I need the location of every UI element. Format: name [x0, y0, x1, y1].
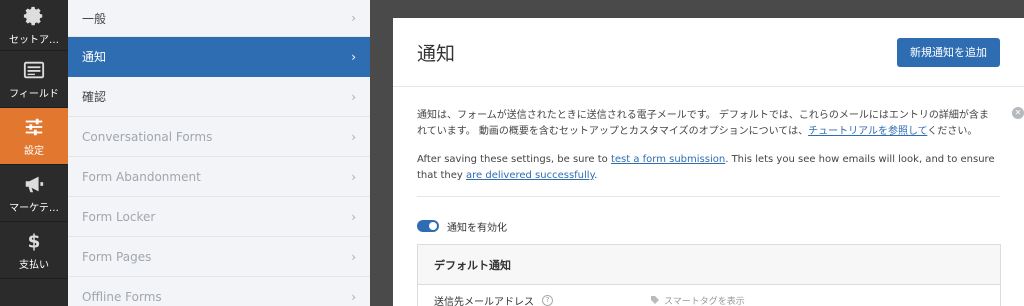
notice-text: .	[594, 170, 598, 181]
page-title: 通知	[417, 42, 456, 65]
rail-label: マーケテ…	[9, 202, 59, 214]
chevron-right-icon: ›	[351, 11, 356, 25]
smart-tag-label: スマートタグを表示	[664, 296, 745, 306]
chevron-right-icon: ›	[351, 289, 356, 304]
panel-header: 通知 新規通知を追加	[393, 18, 1024, 87]
submenu-item-confirmations[interactable]: 確認 ›	[68, 77, 370, 117]
dollar-icon: $	[23, 230, 45, 252]
send-to-email-label: 送信先メールアドレス	[434, 296, 534, 306]
rail-label: フィールド	[9, 88, 59, 100]
rail-label: セットア…	[9, 34, 59, 46]
submenu-item-offline-forms[interactable]: Offline Forms ›	[68, 277, 370, 306]
submenu-item-form-pages[interactable]: Form Pages ›	[68, 237, 370, 277]
notice-text: ください。	[927, 126, 978, 137]
notifications-notice: ✕ 通知は、フォームが送信されたときに送信される電子メールです。 デフォルトでは…	[393, 87, 1024, 184]
gear-icon	[23, 5, 45, 27]
rail-item-marketing[interactable]: マーケテ…	[0, 165, 68, 222]
show-smart-tags[interactable]: スマートタグを表示	[650, 294, 745, 306]
submenu-item-label: 一般	[82, 11, 107, 26]
rail-item-fields[interactable]: フィールド	[0, 51, 68, 108]
submenu-item-notifications[interactable]: 通知 ›	[68, 37, 370, 77]
submenu-item-form-locker[interactable]: Form Locker ›	[68, 197, 370, 237]
notifications-panel: 通知 新規通知を追加 ✕ 通知は、フォームが送信されたときに送信される電子メール…	[393, 18, 1024, 306]
add-notification-button[interactable]: 新規通知を追加	[897, 37, 1000, 67]
enable-notifications-row: 通知を有効化	[393, 197, 1024, 241]
dismiss-notice-icon[interactable]: ✕	[1012, 107, 1024, 119]
chevron-right-icon: ›	[351, 209, 356, 224]
submenu-item-conversational-forms[interactable]: Conversational Forms ›	[68, 117, 370, 157]
delivered-successfully-link[interactable]: are delivered successfully	[466, 170, 594, 181]
main-area: 通知 新規通知を追加 ✕ 通知は、フォームが送信されたときに送信される電子メール…	[370, 0, 1024, 306]
notice-paragraph-1: 通知は、フォームが送信されたときに送信される電子メールです。 デフォルトでは、こ…	[417, 108, 996, 140]
megaphone-icon	[23, 173, 45, 195]
chevron-right-icon: ›	[351, 89, 356, 104]
chevron-right-icon: ›	[351, 49, 356, 64]
enable-notifications-toggle[interactable]	[417, 220, 439, 232]
submenu-item-general[interactable]: 一般 ›	[68, 0, 370, 37]
rail-label: 設定	[24, 145, 44, 157]
tag-icon	[651, 296, 659, 304]
submenu-item-form-abandonment[interactable]: Form Abandonment ›	[68, 157, 370, 197]
settings-submenu: 一般 › 通知 › 確認 › Conversational Forms › Fo…	[68, 0, 370, 306]
submenu-item-label: Offline Forms	[82, 289, 162, 304]
svg-text:$: $	[28, 231, 41, 252]
builder-sidebar: セットア… フィールド 設定 マーケテ… $ 支払い	[0, 0, 68, 306]
submenu-item-label: Form Abandonment	[82, 169, 201, 184]
submenu-item-label: Form Pages	[82, 249, 152, 264]
submenu-item-label: Form Locker	[82, 209, 156, 224]
notice-text: After saving these settings, be sure to	[417, 154, 611, 165]
fields-list-icon	[23, 59, 45, 81]
chevron-right-icon: ›	[351, 129, 356, 144]
help-icon[interactable]: ?	[542, 294, 553, 306]
sliders-icon	[23, 116, 45, 138]
tutorial-link[interactable]: チュートリアルを参照して	[808, 126, 927, 137]
chevron-right-icon: ›	[351, 249, 356, 264]
default-notification-title[interactable]: デフォルト通知	[418, 245, 1000, 285]
test-submission-link[interactable]: test a form submission	[611, 154, 725, 165]
rail-item-payments[interactable]: $ 支払い	[0, 222, 68, 279]
send-to-email-row: 送信先メールアドレス ? スマートタグを表示	[418, 285, 1000, 306]
rail-item-settings[interactable]: 設定	[0, 108, 68, 165]
enable-notifications-label: 通知を有効化	[447, 222, 507, 234]
submenu-item-label: 確認	[82, 90, 107, 104]
chevron-right-icon: ›	[351, 169, 356, 184]
notice-paragraph-2: After saving these settings, be sure to …	[417, 152, 996, 184]
submenu-item-label: 通知	[82, 50, 107, 64]
submenu-item-label: Conversational Forms	[82, 129, 213, 144]
rail-item-setup[interactable]: セットア…	[0, 0, 68, 51]
default-notification-box: デフォルト通知 送信先メールアドレス ? スマートタグを表示	[417, 244, 1001, 306]
rail-label: 支払い	[19, 259, 49, 271]
